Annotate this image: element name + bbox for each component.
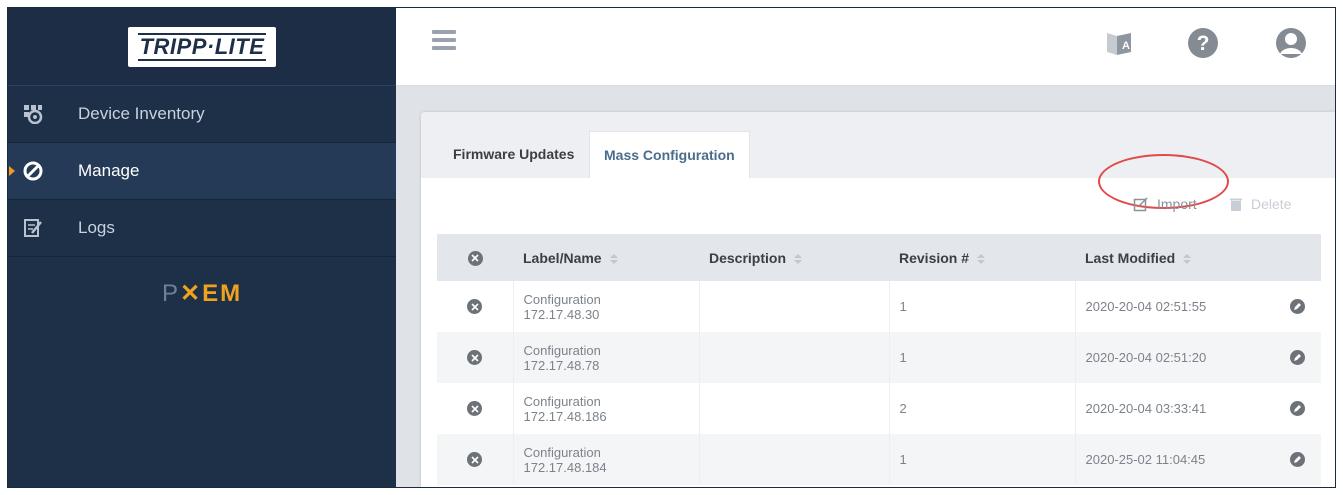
help-icon[interactable]: ? [1186,26,1220,60]
column-header-description[interactable]: Description [699,234,889,281]
sort-icon [609,253,618,264]
tripp-lite-logo[interactable]: TRIPP·LITE [127,26,277,67]
revision-cell: 2 [888,383,1075,434]
revision-cell: 1 [888,434,1075,485]
svg-text:A: A [1122,40,1130,52]
brand-bar: TRIPP·LITE [8,8,396,86]
table-header-row: Label/Name Description Revision # Last M… [437,234,1321,281]
description-cell [698,332,889,383]
sidebar-item-logs[interactable]: Logs [8,200,396,257]
last-modified-cell: 2020-20-04 02:51:55 [1074,281,1273,332]
user-avatar-icon[interactable] [1274,26,1308,60]
column-header-revision[interactable]: Revision # [889,234,1075,281]
sort-icon [977,253,986,264]
revision-cell: 1 [888,281,1075,332]
app-window: TRIPP·LITE Device Inventory Manage Logs … [7,7,1336,488]
edit-cell[interactable] [1273,332,1321,383]
label-cell: Configuration 172.17.48.30 [512,281,699,332]
remove-row-cell[interactable] [437,281,513,332]
label-cell: Configuration 172.17.48.184 [512,434,699,485]
language-icon[interactable]: A [1102,26,1136,60]
logo-text: TRIPP·LITE [137,32,267,61]
import-button[interactable]: Import [1133,196,1197,212]
description-cell [698,383,889,434]
logs-icon [22,217,44,239]
edit-cell[interactable] [1273,383,1321,434]
remove-row-cell[interactable] [437,383,513,434]
tab-mass-configuration[interactable]: Mass Configuration [589,131,750,178]
remove-icon [467,350,483,366]
active-indicator-arrow [9,166,15,176]
table-row[interactable]: Configuration 172.17.48.78 1 2020-20-04 0… [437,332,1321,383]
column-header-last-modified[interactable]: Last Modified [1075,234,1273,281]
edit-icon [1289,350,1305,365]
edit-icon [1289,452,1305,467]
remove-row-cell[interactable] [437,434,513,485]
delete-button[interactable]: Delete [1229,196,1291,212]
revision-cell: 1 [888,332,1075,383]
sidebar-item-label: Device Inventory [78,104,205,123]
import-label: Import [1157,196,1197,212]
hamburger-menu-icon[interactable] [432,30,456,50]
last-modified-cell: 2020-25-02 11:04:45 [1074,434,1273,485]
label-cell: Configuration 172.17.48.186 [512,383,699,434]
tab-bar: Firmware Updates Mass Configuration [421,112,1335,178]
sidebar-item-manage[interactable]: Manage [8,143,396,200]
sidebar: TRIPP·LITE Device Inventory Manage Logs … [8,8,396,487]
delete-icon [1229,197,1243,212]
last-modified-cell: 2020-20-04 03:33:41 [1074,383,1273,434]
configuration-table: Label/Name Description Revision # Last M… [437,234,1321,485]
last-modified-cell: 2020-20-04 02:51:20 [1074,332,1273,383]
table-row[interactable]: Configuration 172.17.48.186 2 2020-20-04 … [437,383,1321,434]
manage-icon [22,160,44,182]
toolbar: Import Delete [421,154,1335,240]
label-cell: Configuration 172.17.48.78 [512,332,699,383]
description-cell [698,281,889,332]
top-bar: A ? [396,8,1335,86]
svg-text:?: ? [1197,32,1210,55]
sidebar-item-device-inventory[interactable]: Device Inventory [8,86,396,143]
remove-icon [467,452,483,468]
table-row[interactable]: Configuration 172.17.48.30 1 2020-20-04 0… [437,281,1321,332]
sidebar-item-label: Logs [78,218,115,237]
edit-cell[interactable] [1273,434,1321,485]
remove-icon [467,299,483,315]
sort-icon [794,253,803,264]
import-icon [1133,196,1149,212]
product-logo: P✕EM [161,280,243,307]
remove-icon [467,401,483,417]
device-inventory-icon [22,103,44,125]
edit-icon [1289,401,1305,416]
table-row[interactable]: Configuration 172.17.48.184 1 2020-25-02 … [437,434,1321,485]
description-cell [698,434,889,485]
clear-all-icon [467,250,483,266]
delete-label: Delete [1251,196,1292,212]
column-header-actions [1273,234,1321,281]
column-header-label[interactable]: Label/Name [513,234,699,281]
edit-cell[interactable] [1273,281,1321,332]
sidebar-item-label: Manage [78,161,140,180]
edit-icon [1289,299,1305,314]
tab-firmware-updates[interactable]: Firmware Updates [439,131,588,178]
select-all-column[interactable] [437,234,513,281]
sort-icon [1183,253,1192,264]
remove-row-cell[interactable] [437,332,513,383]
